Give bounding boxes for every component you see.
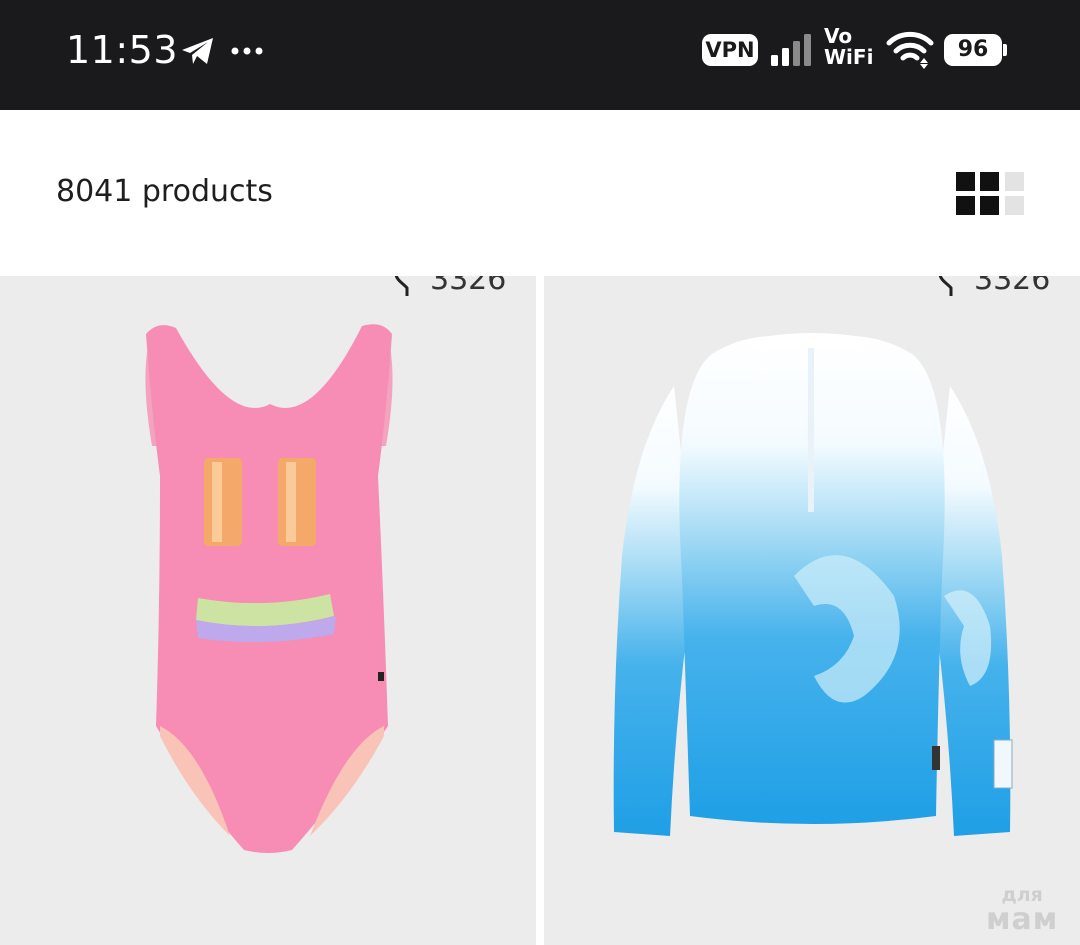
telegram-icon <box>182 38 213 64</box>
watermark-big: мам <box>986 902 1059 937</box>
status-time: 11:53 <box>66 28 179 72</box>
product-count: 8041 products <box>56 174 273 209</box>
vowifi-indicator: Vo WiFi <box>824 26 873 68</box>
vowifi-top: Vo <box>824 24 853 48</box>
cellular-signal-icon <box>771 34 811 66</box>
product-card-swimsuit[interactable]: 3326 <box>0 276 536 945</box>
grid-view-icon[interactable] <box>956 172 1026 218</box>
battery-indicator: 96 <box>944 34 1002 66</box>
battery-nub <box>1003 44 1007 56</box>
pink-swimsuit-smiley-image <box>145 324 393 853</box>
product-grid: 3326 3326 <box>0 276 1080 945</box>
more-notifications-icon <box>231 47 263 55</box>
vowifi-bottom: WiFi <box>824 45 874 69</box>
watermark-logo: для мам <box>986 886 1058 935</box>
wifi-icon <box>886 31 934 69</box>
product-card-rash-guard[interactable]: 3326 <box>544 276 1080 945</box>
vpn-badge: VPN <box>702 34 758 66</box>
status-bar: 11:53 VPN Vo WiFi 96 <box>0 0 1080 110</box>
wave-print-rash-guard-image <box>613 333 1013 836</box>
catalog-header: 8041 products <box>0 110 1080 276</box>
